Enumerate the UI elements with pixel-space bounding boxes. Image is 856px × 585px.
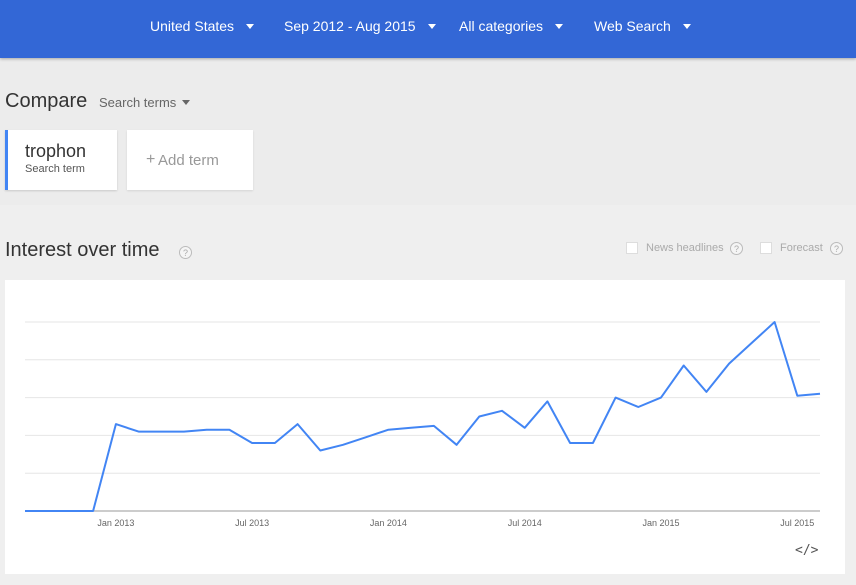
x-tick-label: Jul 2014 [508,518,542,528]
data-point[interactable] [67,508,73,514]
data-point[interactable] [249,440,255,446]
x-tick-label: Jan 2015 [642,518,679,528]
data-point[interactable] [136,429,142,435]
data-point[interactable] [772,319,778,325]
data-point[interactable] [726,361,732,367]
data-point[interactable] [749,340,755,346]
data-point[interactable] [340,442,346,448]
compare-heading: Compare [5,90,88,112]
interest-over-time-title: Interest over time [5,239,160,261]
data-point[interactable] [590,440,596,446]
data-point[interactable] [90,508,96,514]
help-icon[interactable]: ? [830,242,843,255]
data-point[interactable] [45,508,51,514]
caret-down-icon [246,23,255,29]
filter-date-range[interactable]: Sep 2012 - Aug 2015 [284,16,436,36]
x-tick-label: Jul 2015 [780,518,814,528]
data-point[interactable] [522,425,528,431]
data-point[interactable] [181,429,187,435]
data-point[interactable] [408,425,414,431]
filter-category[interactable]: All categories [459,16,564,36]
caret-down-icon [682,23,691,29]
term-card-trophon[interactable]: trophon Search term [5,130,117,190]
data-point[interactable] [703,389,709,395]
data-point[interactable] [544,398,550,404]
data-point[interactable] [476,414,482,420]
data-point[interactable] [817,391,823,397]
filter-region-label: United States [150,18,235,34]
embed-code-icon[interactable]: </> [795,543,818,558]
data-point[interactable] [635,404,641,410]
data-point[interactable] [295,421,301,427]
add-term-button[interactable]: + Add term [127,130,253,190]
compare-mode-label: Search terms [99,95,177,110]
data-point[interactable] [22,508,28,514]
filter-category-label: All categories [459,18,544,34]
filter-search-type-label: Web Search [594,18,671,34]
data-point[interactable] [658,395,664,401]
series-line-trophon[interactable] [25,321,821,512]
forecast-checkbox[interactable] [760,242,772,254]
x-tick-label: Jul 2013 [235,518,269,528]
data-point[interactable] [431,423,437,429]
x-tick-label: Jan 2013 [97,518,134,528]
data-point[interactable] [385,427,391,433]
caret-down-icon [555,23,564,29]
filter-region[interactable]: United States [150,16,255,36]
add-term-label: Add term [158,152,219,169]
interest-line-chart: Jan 2013 Jul 2013 Jan 2014 Jul 2014 Jan 2015… [22,319,823,528]
data-point[interactable] [499,408,505,414]
data-point[interactable] [567,440,573,446]
filter-date-range-label: Sep 2012 - Aug 2015 [284,18,416,34]
caret-down-icon [182,100,191,105]
data-point[interactable] [363,434,369,440]
help-icon[interactable]: ? [179,246,192,259]
filter-search-type[interactable]: Web Search [594,16,691,36]
compare-mode-dropdown[interactable]: Search terms [99,95,191,110]
data-point[interactable] [158,429,164,435]
data-point[interactable] [113,421,119,427]
term-type-label: Search term [25,163,85,175]
news-headlines-checkbox[interactable] [626,242,638,254]
data-point[interactable] [226,427,232,433]
data-point[interactable] [317,448,323,454]
caret-down-icon [427,23,436,29]
data-point[interactable] [272,440,278,446]
data-point[interactable] [613,395,619,401]
help-icon[interactable]: ? [730,242,743,255]
term-name: trophon [25,141,87,161]
interest-chart-panel: Jan 2013 Jul 2013 Jan 2014 Jul 2014 Jan 2015… [5,280,845,574]
data-point[interactable] [204,427,210,433]
plus-icon: + [146,151,156,168]
data-point[interactable] [794,393,800,399]
forecast-label: Forecast [780,242,823,254]
data-point[interactable] [681,362,687,368]
news-headlines-label: News headlines [646,242,724,254]
x-tick-label: Jan 2014 [370,518,407,528]
top-filter-bar: United States Sep 2012 - Aug 2015 All ca… [0,0,856,58]
data-point[interactable] [454,442,460,448]
